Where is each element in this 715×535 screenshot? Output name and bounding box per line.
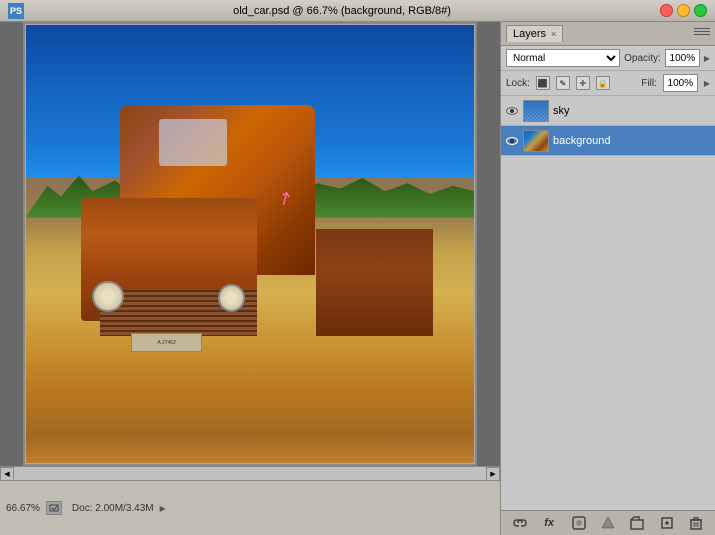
proof-icon[interactable] bbox=[46, 501, 62, 515]
canvas-viewport[interactable]: A 27462 ↗ bbox=[0, 22, 500, 466]
canvas-wrapper: A 27462 ↗ bbox=[23, 22, 477, 466]
canvas-section: A 27462 ↗ ◀ ▶ 66.67% bbox=[0, 22, 500, 535]
fill-label: Fill: bbox=[641, 78, 657, 89]
status-arrow[interactable]: ▶ bbox=[160, 504, 166, 513]
scroll-track[interactable] bbox=[14, 467, 486, 480]
layer-item-background[interactable]: background bbox=[501, 126, 715, 156]
adjustment-button[interactable] bbox=[599, 514, 617, 532]
close-button[interactable] bbox=[660, 4, 673, 17]
layer-thumbnail-sky bbox=[523, 100, 549, 122]
status-bar: 66.67% Doc: 2.00M/3.43M ▶ bbox=[0, 480, 500, 535]
layers-menu-icon[interactable] bbox=[694, 28, 710, 40]
layer-item-sky[interactable]: sky bbox=[501, 96, 715, 126]
doc-info: Doc: 2.00M/3.43M bbox=[72, 503, 154, 514]
lock-move-icon[interactable]: ✛ bbox=[576, 76, 590, 90]
layer-visibility-sky[interactable] bbox=[505, 104, 519, 118]
delete-layer-button[interactable] bbox=[687, 514, 705, 532]
layers-tab[interactable]: Layers × bbox=[506, 25, 563, 42]
truck-bed bbox=[316, 229, 433, 337]
lock-label: Lock: bbox=[506, 78, 530, 89]
lock-all-icon[interactable]: 🔒 bbox=[596, 76, 610, 90]
headlight-right bbox=[218, 284, 245, 312]
truck-body: A 27462 bbox=[61, 90, 453, 398]
windshield bbox=[159, 119, 228, 166]
layers-close-btn[interactable]: × bbox=[551, 29, 556, 39]
bg-thumb-content bbox=[524, 131, 548, 151]
add-mask-button[interactable] bbox=[570, 514, 588, 532]
layer-name-sky: sky bbox=[553, 105, 711, 117]
lock-pixels-icon[interactable]: ⬛ bbox=[536, 76, 550, 90]
menu-line-2 bbox=[694, 31, 710, 32]
layers-toolbar: fx bbox=[501, 510, 715, 535]
link-layers-button[interactable] bbox=[511, 514, 529, 532]
maximize-button[interactable] bbox=[694, 4, 707, 17]
horizontal-scrollbar: ◀ ▶ bbox=[0, 466, 500, 480]
window-title: old_car.psd @ 66.7% (background, RGB/8#) bbox=[24, 5, 660, 17]
zoom-level: 66.67% bbox=[6, 503, 40, 514]
menu-line-1 bbox=[694, 28, 710, 29]
layers-panel-header: Layers × bbox=[501, 22, 715, 46]
sky-thumb-content bbox=[524, 101, 548, 121]
blend-mode-row: Normal Multiply Screen Opacity: ▶ bbox=[501, 46, 715, 71]
opacity-input[interactable] bbox=[665, 49, 700, 67]
app-icon: PS bbox=[8, 3, 24, 19]
layers-empty-space bbox=[501, 156, 715, 356]
scroll-left-button[interactable]: ◀ bbox=[0, 467, 14, 481]
opacity-arrow[interactable]: ▶ bbox=[704, 54, 710, 63]
eye-icon-background bbox=[506, 137, 518, 145]
menu-line-3 bbox=[694, 34, 710, 35]
window-controls bbox=[660, 4, 707, 17]
layer-thumbnail-background bbox=[523, 130, 549, 152]
layers-tab-label: Layers bbox=[513, 28, 546, 40]
lock-position-icon[interactable]: ✎ bbox=[556, 76, 570, 90]
layers-list: sky background bbox=[501, 96, 715, 510]
opacity-label: Opacity: bbox=[624, 53, 661, 64]
minimize-button[interactable] bbox=[677, 4, 690, 17]
lock-row: Lock: ⬛ ✎ ✛ 🔒 Fill: ▶ bbox=[501, 71, 715, 96]
eye-icon-sky bbox=[506, 107, 518, 115]
scroll-right-button[interactable]: ▶ bbox=[486, 467, 500, 481]
fx-button[interactable]: fx bbox=[540, 514, 558, 532]
canvas-image: A 27462 ↗ bbox=[25, 24, 475, 464]
title-bar: PS old_car.psd @ 66.7% (background, RGB/… bbox=[0, 0, 715, 22]
truck-scene: A 27462 ↗ bbox=[25, 24, 475, 464]
layer-visibility-background[interactable] bbox=[505, 134, 519, 148]
new-group-button[interactable] bbox=[628, 514, 646, 532]
blend-mode-select[interactable]: Normal Multiply Screen bbox=[506, 49, 620, 67]
fill-arrow[interactable]: ▶ bbox=[704, 79, 710, 88]
layer-name-background: background bbox=[553, 135, 711, 147]
layers-panel: Layers × Normal Multiply Screen Opacity: bbox=[500, 22, 715, 535]
fill-input[interactable] bbox=[663, 74, 698, 92]
license-plate: A 27462 bbox=[131, 333, 201, 351]
headlight-left bbox=[92, 281, 123, 312]
new-layer-button[interactable] bbox=[658, 514, 676, 532]
